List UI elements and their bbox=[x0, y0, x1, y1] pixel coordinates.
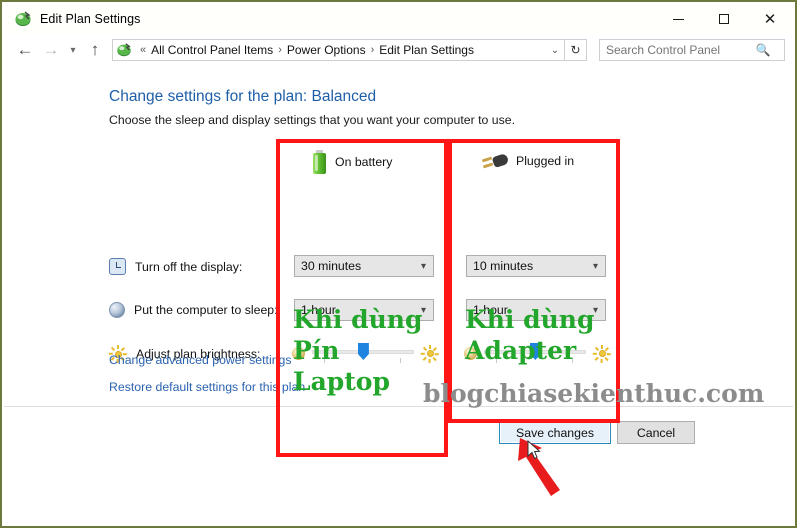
close-button[interactable]: ✕ bbox=[747, 4, 793, 34]
power-plan-icon bbox=[14, 10, 32, 28]
setting-row-turn-off-display: Turn off the display: bbox=[109, 258, 242, 275]
battery-icon bbox=[312, 150, 327, 174]
column-label-on-battery: On battery bbox=[335, 155, 393, 169]
column-label-plugged-in: Plugged in bbox=[516, 154, 575, 168]
link-restore-default-settings[interactable]: Restore default settings for this plan bbox=[109, 380, 305, 394]
column-header-on-battery: On battery bbox=[312, 150, 392, 174]
page-title: Change settings for the plan: Balanced bbox=[109, 88, 377, 105]
setting-label-turn-off-display: Turn off the display: bbox=[135, 259, 243, 274]
cancel-button[interactable]: Cancel bbox=[617, 421, 695, 444]
save-changes-button[interactable]: Save changes bbox=[499, 421, 611, 444]
annotation-note-battery-line-2: Pín bbox=[293, 336, 340, 365]
chevron-down-icon: ▾ bbox=[420, 260, 426, 272]
breadcrumb-overflow[interactable]: « bbox=[136, 44, 150, 56]
address-bar[interactable]: « All Control Panel Items › Power Option… bbox=[112, 39, 565, 61]
dropdown-value: 30 minutes bbox=[301, 259, 362, 273]
annotation-note-battery-line-1: Khi dùng bbox=[293, 305, 423, 334]
breadcrumb-item-all-control-panel-items[interactable]: All Control Panel Items bbox=[150, 43, 274, 57]
link-change-advanced-power-settings[interactable]: Change advanced power settings bbox=[109, 353, 292, 367]
recent-pages-button[interactable]: ▾ bbox=[64, 37, 82, 63]
refresh-button[interactable]: ↻ bbox=[565, 39, 587, 61]
maximize-button[interactable] bbox=[701, 4, 747, 34]
maximize-icon bbox=[719, 14, 729, 24]
sleep-icon bbox=[109, 302, 125, 318]
power-plug-icon bbox=[481, 150, 510, 172]
annotation-note-battery-line-3: Laptop bbox=[293, 367, 390, 396]
navigation-bar: ← → ▾ ↑ « All Control Panel Items › Powe… bbox=[4, 34, 793, 66]
minimize-button[interactable] bbox=[655, 4, 701, 34]
annotation-note-adapter: Khi dùng Adapter bbox=[465, 304, 594, 366]
breadcrumb-item-edit-plan-settings[interactable]: Edit Plan Settings bbox=[378, 43, 475, 57]
setting-row-put-computer-to-sleep: Put the computer to sleep: bbox=[109, 302, 278, 318]
bright-icon bbox=[420, 344, 439, 363]
bright-icon bbox=[592, 344, 611, 363]
breadcrumb-separator: › bbox=[278, 44, 282, 56]
annotation-note-battery: Khi dùng Pín Laptop bbox=[293, 304, 422, 397]
application-window: Edit Plan Settings ✕ ← → ▾ ↑ « All Contr… bbox=[0, 0, 797, 528]
breadcrumb-separator: › bbox=[370, 44, 375, 56]
dropdown-value: 10 minutes bbox=[473, 259, 534, 273]
search-input[interactable] bbox=[600, 43, 752, 57]
minimize-icon bbox=[672, 18, 684, 20]
up-button[interactable]: ↑ bbox=[82, 37, 108, 63]
search-box[interactable]: 🔍 bbox=[599, 39, 785, 61]
annotation-note-adapter-line-1: Khi dùng bbox=[465, 305, 595, 334]
clock-icon bbox=[109, 258, 126, 275]
annotation-note-adapter-line-2: Adapter bbox=[465, 336, 577, 365]
column-header-plugged-in: Plugged in bbox=[481, 150, 575, 172]
chevron-down-icon[interactable]: ⌄ bbox=[546, 45, 564, 56]
window-title: Edit Plan Settings bbox=[40, 12, 141, 26]
forward-button[interactable]: → bbox=[38, 37, 64, 63]
watermark: blogchiasekienthuc.com bbox=[423, 379, 765, 408]
dropdown-plugged-turn-off-display[interactable]: 10 minutes ▾ bbox=[466, 255, 606, 277]
content-area: Change settings for the plan: Balanced C… bbox=[4, 66, 793, 524]
title-bar: Edit Plan Settings ✕ bbox=[4, 4, 793, 34]
back-button[interactable]: ← bbox=[12, 37, 38, 63]
page-subtitle: Choose the sleep and display settings th… bbox=[109, 113, 516, 127]
mouse-cursor bbox=[527, 439, 541, 460]
setting-label-put-computer-to-sleep: Put the computer to sleep: bbox=[134, 303, 278, 317]
breadcrumb-item-power-options[interactable]: Power Options bbox=[286, 43, 367, 57]
refresh-icon: ↻ bbox=[570, 43, 581, 57]
close-icon: ✕ bbox=[763, 10, 777, 28]
search-icon[interactable]: 🔍 bbox=[752, 43, 774, 57]
window-controls: ✕ bbox=[655, 4, 793, 34]
chevron-down-icon: ▾ bbox=[592, 260, 598, 272]
address-power-plan-icon bbox=[116, 42, 132, 58]
dropdown-battery-turn-off-display[interactable]: 30 minutes ▾ bbox=[294, 255, 434, 277]
